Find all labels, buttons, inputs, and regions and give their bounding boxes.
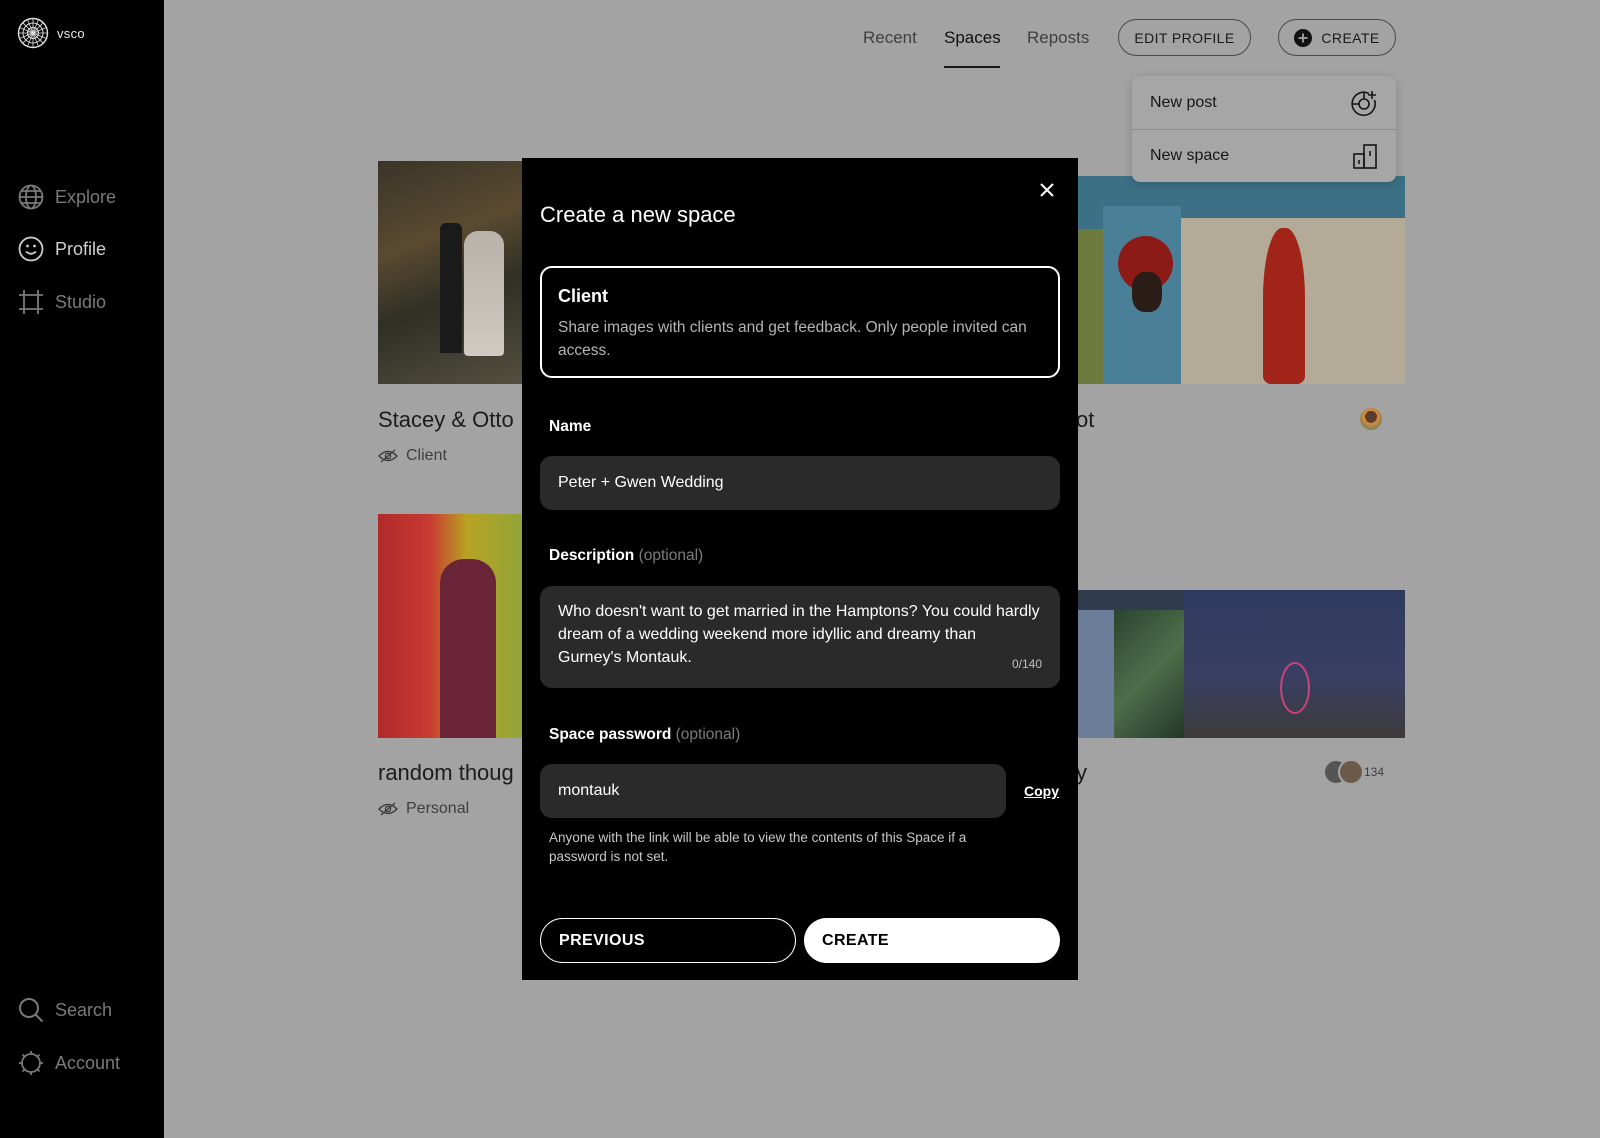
name-field-value: Peter + Gwen Wedding [558, 474, 724, 491]
top-nav: Recent Spaces Reposts EDIT PROFILE CREAT… [164, 0, 1600, 76]
space-title[interactable]: random thoug [378, 760, 514, 786]
edit-profile-button[interactable]: EDIT PROFILE [1118, 19, 1251, 56]
create-menu: New post New space [1132, 76, 1396, 182]
red-figure [1263, 228, 1305, 384]
plus-circle-icon [1294, 28, 1313, 47]
bride-figure [464, 231, 504, 356]
sidebar-item-studio[interactable]: Studio [18, 289, 106, 315]
sidebar-item-label: Studio [55, 291, 107, 312]
name-label: Name [549, 418, 591, 436]
sidebar-item-account[interactable]: Account [18, 1050, 120, 1076]
password-field-value: montauk [558, 782, 620, 799]
password-label-text: Space password [549, 726, 672, 743]
description-label: Description (optional) [549, 547, 703, 565]
space-title[interactable]: ot [1076, 407, 1094, 433]
create-space-modal: Create a new space Client Share images w… [522, 158, 1078, 980]
create-button[interactable]: CREATE [1278, 19, 1396, 56]
groom-figure [440, 223, 462, 353]
menu-item-new-post[interactable]: New post [1132, 76, 1396, 129]
sidebar-item-label: Account [55, 1052, 121, 1073]
create-space-label: CREATE [822, 931, 889, 949]
previous-button[interactable]: PREVIOUS [540, 918, 796, 963]
sidebar-item-label: Profile [55, 238, 107, 259]
thumb-block [1078, 610, 1114, 738]
space-type-description: Share images with clients and get feedba… [558, 319, 1027, 359]
space-visibility: Personal [406, 800, 470, 817]
tab-reposts[interactable]: Reposts [1027, 28, 1089, 48]
globe-icon [18, 184, 44, 210]
space-meta: Personal [378, 800, 469, 818]
space-thumbnail[interactable] [1078, 590, 1405, 738]
menu-item-label: New space [1150, 147, 1230, 164]
sidebar: vsco Explore Profile Studio Search Accou… [0, 0, 164, 1138]
description-label-text: Description [549, 547, 635, 564]
name-label-text: Name [549, 418, 592, 435]
light-trail-shape [1280, 662, 1310, 714]
description-field-value: Who doesn't want to get married in the H… [558, 603, 1040, 666]
thumb-block [1078, 229, 1103, 384]
edit-profile-label: EDIT PROFILE [1134, 29, 1235, 46]
gear-icon [19, 1051, 43, 1075]
copy-password-link[interactable]: Copy [1024, 783, 1059, 799]
vsco-logo[interactable]: vsco [17, 17, 85, 49]
tab-active-underline [944, 66, 1000, 68]
crop-icon [19, 290, 43, 314]
modal-title: Create a new space [540, 202, 736, 227]
sidebar-item-explore[interactable]: Explore [18, 184, 116, 210]
optional-tag: (optional) [638, 547, 704, 564]
character-counter: 0/140 [1011, 657, 1042, 671]
password-label: Space password (optional) [549, 726, 740, 744]
space-thumbnail[interactable] [1078, 176, 1405, 384]
eye-off-icon [378, 449, 398, 463]
sidebar-item-search[interactable]: Search [18, 997, 112, 1023]
space-visibility: Client [406, 447, 447, 464]
new-post-icon [1351, 90, 1376, 116]
avatar [1338, 759, 1364, 785]
menu-item-label: New post [1150, 93, 1217, 111]
new-space-icon [1353, 144, 1377, 169]
palm-leaves-block [1114, 610, 1184, 738]
tab-spaces[interactable]: Spaces [944, 28, 1001, 48]
portrait-face-shape [1132, 272, 1162, 312]
name-field[interactable]: Peter + Gwen Wedding [540, 456, 1060, 510]
space-thumbnail[interactable] [378, 514, 526, 738]
eye-off-icon [378, 802, 398, 816]
password-field[interactable]: montauk [540, 764, 1006, 818]
close-icon[interactable] [1039, 182, 1055, 198]
brand-name: vsco [57, 25, 85, 41]
sidebar-item-profile[interactable]: Profile [18, 236, 106, 262]
password-hint: Anyone with the link will be able to vie… [549, 830, 967, 864]
create-label: CREATE [1321, 29, 1380, 46]
description-field[interactable]: Who doesn't want to get married in the H… [540, 586, 1060, 688]
search-icon [19, 998, 44, 1023]
sidebar-item-label: Search [55, 999, 113, 1020]
space-thumbnail[interactable] [378, 161, 526, 384]
space-type-card[interactable]: Client Share images with clients and get… [540, 266, 1060, 378]
menu-item-new-space[interactable]: New space [1132, 129, 1396, 182]
smiley-icon [18, 236, 44, 262]
tab-recent[interactable]: Recent [863, 28, 917, 48]
optional-tag: (optional) [675, 726, 741, 743]
space-meta: Client [378, 447, 447, 465]
create-space-button[interactable]: CREATE [804, 918, 1060, 963]
silhouette-figure [440, 559, 496, 738]
space-title[interactable]: Stacey & Otto [378, 407, 514, 433]
member-count: 134 [1364, 765, 1385, 779]
previous-label: PREVIOUS [559, 931, 645, 949]
avatar [1358, 406, 1384, 432]
vsco-logo-icon [17, 17, 49, 49]
space-type-title: Client [558, 286, 609, 306]
sidebar-item-label: Explore [55, 186, 117, 207]
